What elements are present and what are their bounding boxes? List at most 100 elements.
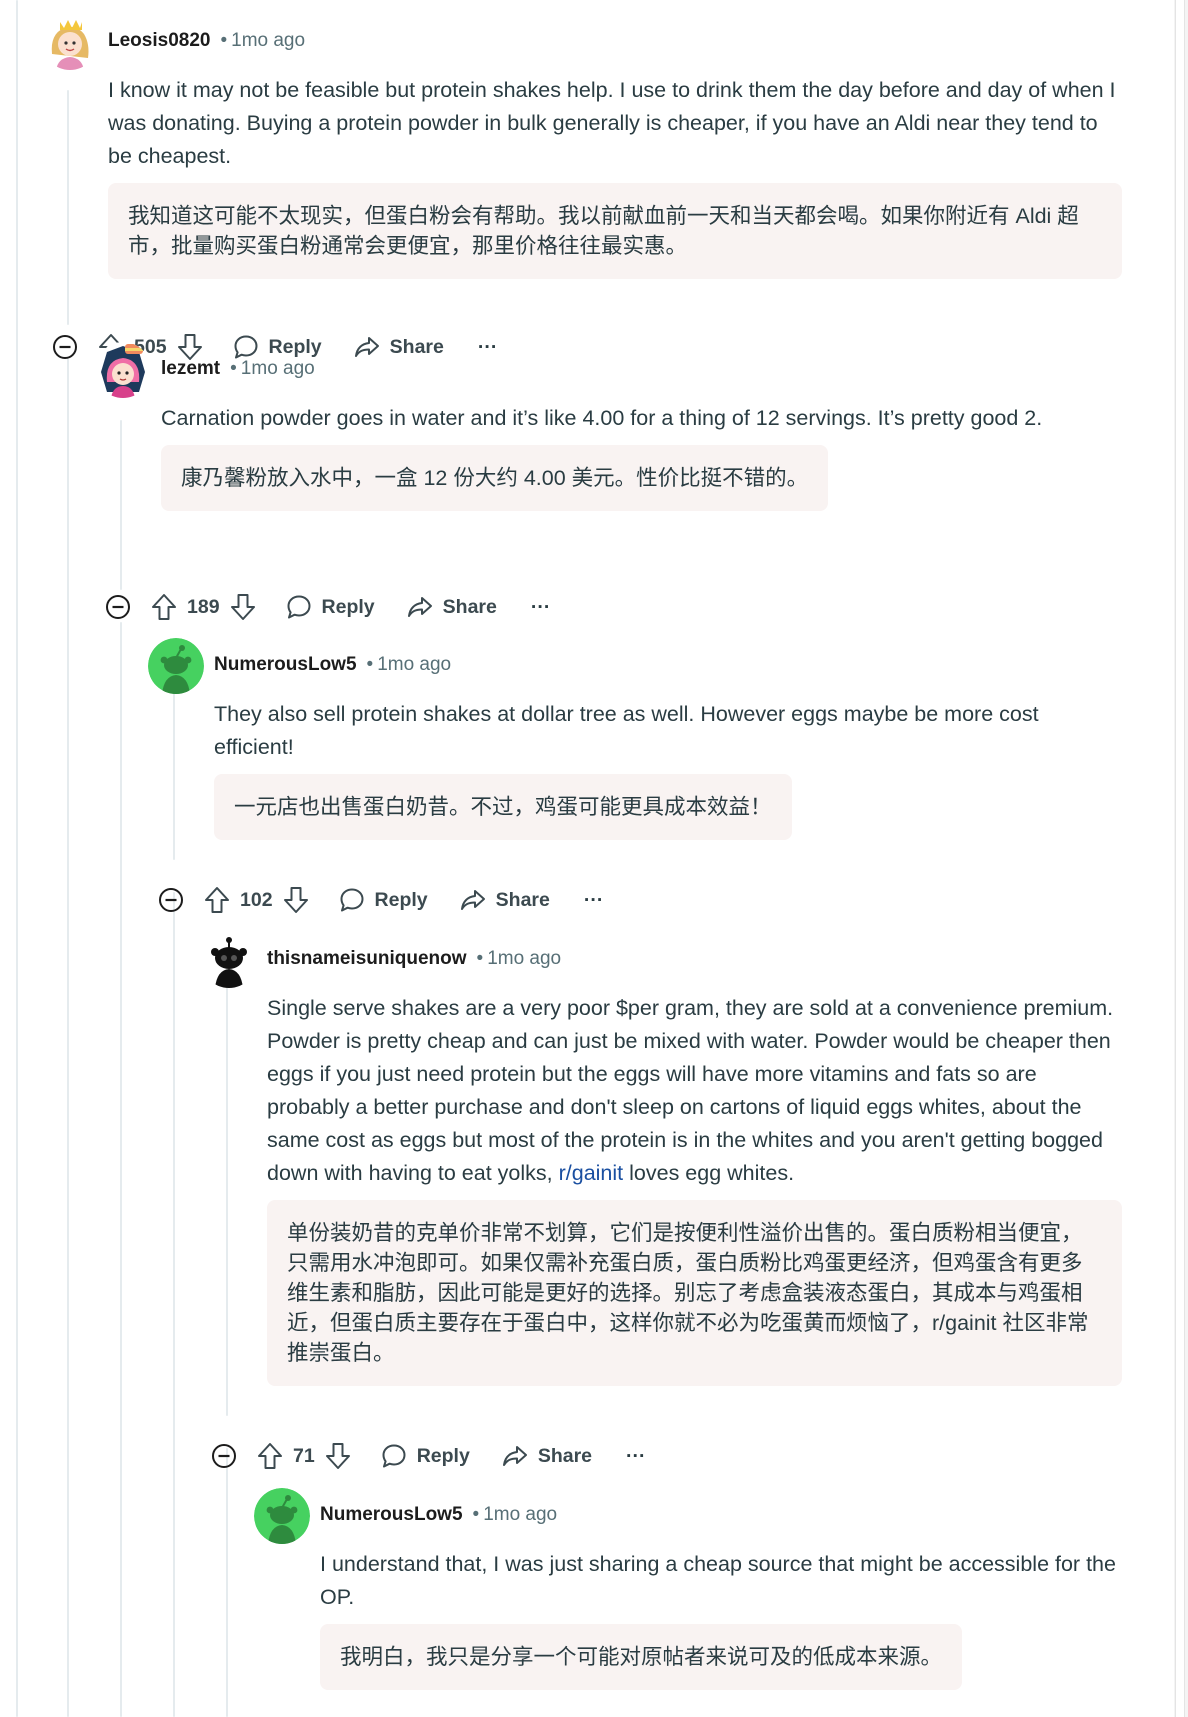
reply-label: Reply bbox=[374, 888, 428, 911]
timestamp[interactable]: 1mo ago bbox=[377, 654, 451, 675]
share-button[interactable]: Share bbox=[395, 585, 509, 629]
comment-header: thisnameisuniquenow • 1mo ago bbox=[201, 932, 1122, 988]
comment-meta: lezemt • 1mo ago bbox=[161, 358, 315, 380]
comment-action-bar: 189 Reply Share ··· bbox=[105, 585, 564, 629]
share-label: Share bbox=[537, 1444, 593, 1467]
username[interactable]: NumerousLow5 bbox=[214, 654, 357, 675]
princess-avatar-icon[interactable] bbox=[42, 14, 98, 70]
more-options-button[interactable]: ··· bbox=[517, 585, 564, 629]
username[interactable]: NumerousLow5 bbox=[320, 1504, 463, 1525]
comment-text-part: loves egg whites. bbox=[623, 1161, 795, 1185]
separator-dot: • bbox=[366, 654, 374, 675]
ellipsis-icon: ··· bbox=[530, 595, 551, 618]
thread-line[interactable] bbox=[16, 0, 18, 1717]
translation-box: 单份装奶昔的克单价非常不划算，它们是按便利性溢价出售的。蛋白质粉相当便宜，只需用… bbox=[267, 1200, 1122, 1386]
separator-dot: • bbox=[476, 948, 484, 969]
comment-thread: Leosis0820 • 1mo ago I know it may not be … bbox=[0, 0, 1188, 1717]
thread-line[interactable] bbox=[120, 622, 122, 1717]
more-options-button[interactable]: ··· bbox=[570, 878, 617, 922]
minus-circle-icon bbox=[159, 888, 183, 912]
timestamp[interactable]: 1mo ago bbox=[487, 948, 561, 969]
comment-meta: NumerousLow5 • 1mo ago bbox=[214, 654, 451, 676]
vote-count: 102 bbox=[240, 888, 273, 911]
scrollbar-track[interactable] bbox=[1174, 0, 1188, 1717]
timestamp[interactable]: 1mo ago bbox=[241, 358, 315, 379]
speech-bubble-icon bbox=[382, 1444, 406, 1468]
downvote-arrow-icon[interactable] bbox=[230, 593, 256, 621]
subreddit-link[interactable]: r/gainit bbox=[559, 1161, 624, 1185]
translation-box: 康乃馨粉放入水中，一盒 12 份大约 4.00 美元。性价比挺不错的。 bbox=[161, 445, 829, 511]
vote-count: 189 bbox=[187, 595, 220, 618]
comment-text: I understand that, I was just sharing a … bbox=[320, 1552, 1116, 1609]
more-options-button[interactable]: ··· bbox=[612, 1434, 659, 1478]
comment-meta: thisnameisuniquenow • 1mo ago bbox=[267, 948, 561, 970]
comment-body: I understand that, I was just sharing a … bbox=[320, 1548, 1122, 1690]
collapse-thread-button[interactable] bbox=[52, 334, 78, 360]
comment-body: Single serve shakes are a very poor $per… bbox=[267, 992, 1122, 1386]
reply-label: Reply bbox=[321, 595, 375, 618]
comment: NumerousLow5 • 1mo ago They also sell prot… bbox=[148, 638, 1122, 840]
comment-meta: NumerousLow5 • 1mo ago bbox=[320, 1504, 557, 1526]
reply-button[interactable]: Reply bbox=[369, 1434, 482, 1478]
snoo-default-avatar-icon[interactable] bbox=[148, 638, 204, 694]
share-arrow-icon bbox=[502, 1446, 527, 1466]
speech-bubble-icon bbox=[340, 888, 364, 912]
comment: Leosis0820 • 1mo ago I know it may not be … bbox=[42, 14, 1122, 279]
separator-dot: • bbox=[472, 1504, 480, 1525]
dark-snoo-avatar-icon[interactable] bbox=[201, 932, 257, 988]
comment: NumerousLow5 • 1mo ago I understand that, … bbox=[254, 1488, 1122, 1690]
collapse-thread-button[interactable] bbox=[105, 594, 131, 620]
comment: thisnameisuniquenow • 1mo ago Single serve… bbox=[201, 932, 1122, 1386]
comment-text: Single serve shakes are a very poor $per… bbox=[267, 992, 1122, 1190]
comment-text: Carnation powder goes in water and it’s … bbox=[161, 406, 1043, 430]
minus-circle-icon bbox=[106, 595, 130, 619]
scrollbar-thumb[interactable] bbox=[1175, 0, 1185, 1717]
translation-box: 我明白，我只是分享一个可能对原帖者来说可及的低成本来源。 bbox=[320, 1624, 963, 1690]
comment-action-bar: 71 Reply Share ··· bbox=[211, 1434, 660, 1478]
pink-hair-avatar-icon[interactable] bbox=[95, 342, 151, 398]
share-label: Share bbox=[442, 595, 497, 618]
separator-dot: • bbox=[220, 30, 228, 51]
downvote-arrow-icon[interactable] bbox=[283, 886, 309, 914]
upvote-arrow-icon[interactable] bbox=[151, 593, 177, 621]
thread-line[interactable] bbox=[226, 1448, 228, 1717]
timestamp[interactable]: 1mo ago bbox=[483, 1504, 557, 1525]
share-label: Share bbox=[495, 888, 550, 911]
comment-body: I know it may not be feasible but protei… bbox=[108, 74, 1122, 279]
comment-body: They also sell protein shakes at dollar … bbox=[214, 698, 1122, 840]
timestamp[interactable]: 1mo ago bbox=[231, 30, 305, 51]
username[interactable]: lezemt bbox=[161, 358, 220, 379]
upvote-arrow-icon[interactable] bbox=[257, 1442, 283, 1470]
comment: lezemt • 1mo ago Carnation powder goes in … bbox=[95, 342, 1122, 511]
comment-text-part: Single serve shakes are a very poor $per… bbox=[267, 996, 1114, 1185]
username[interactable]: Leosis0820 bbox=[108, 30, 210, 51]
share-button[interactable]: Share bbox=[448, 878, 562, 922]
upvote-arrow-icon[interactable] bbox=[204, 886, 230, 914]
comment-header: lezemt • 1mo ago bbox=[95, 342, 1122, 398]
comment-header: NumerousLow5 • 1mo ago bbox=[148, 638, 1122, 694]
comment-text: They also sell protein shakes at dollar … bbox=[214, 702, 1039, 759]
translation-box: 我知道这可能不太现实，但蛋白粉会有帮助。我以前献血前一天和当天都会喝。如果你附近… bbox=[108, 183, 1122, 279]
minus-circle-icon bbox=[212, 1444, 236, 1468]
ellipsis-icon: ··· bbox=[583, 888, 604, 911]
translation-box: 一元店也出售蛋白奶昔。不过，鸡蛋可能更具成本效益！ bbox=[214, 774, 792, 840]
thread-line[interactable] bbox=[173, 892, 175, 1717]
comment-meta: Leosis0820 • 1mo ago bbox=[108, 30, 305, 52]
comment-body: Carnation powder goes in water and it’s … bbox=[161, 402, 1122, 511]
collapse-thread-button[interactable] bbox=[158, 887, 184, 913]
snoo-default-avatar-icon[interactable] bbox=[254, 1488, 310, 1544]
share-arrow-icon bbox=[407, 597, 432, 617]
vote-count: 71 bbox=[293, 1444, 315, 1467]
share-button[interactable]: Share bbox=[490, 1434, 604, 1478]
comment-text: I know it may not be feasible but protei… bbox=[108, 78, 1116, 168]
vote-group: 102 bbox=[196, 886, 317, 914]
collapse-thread-button[interactable] bbox=[211, 1443, 237, 1469]
downvote-arrow-icon[interactable] bbox=[325, 1442, 351, 1470]
thread-line[interactable] bbox=[67, 358, 69, 1717]
username[interactable]: thisnameisuniquenow bbox=[267, 948, 467, 969]
vote-group: 71 bbox=[249, 1442, 359, 1470]
reply-button[interactable]: Reply bbox=[327, 878, 440, 922]
separator-dot: • bbox=[230, 358, 237, 379]
comment-header: NumerousLow5 • 1mo ago bbox=[254, 1488, 1122, 1544]
reply-button[interactable]: Reply bbox=[274, 585, 387, 629]
